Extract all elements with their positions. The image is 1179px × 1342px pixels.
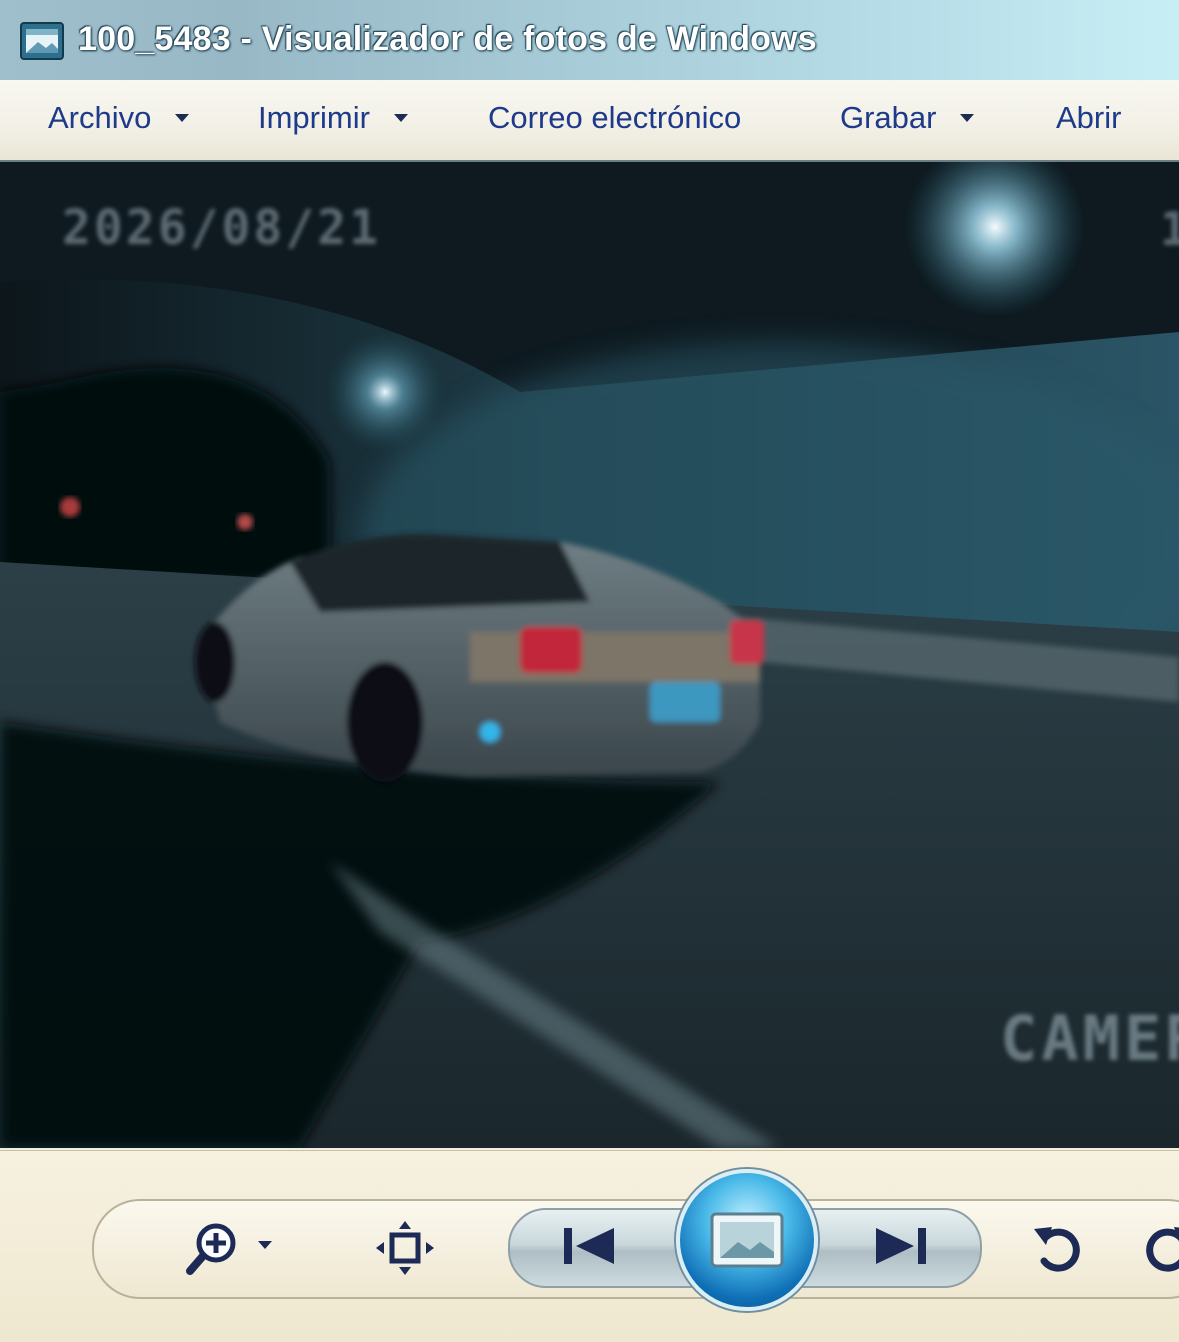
menu-grabar[interactable]: Grabar <box>840 98 975 138</box>
command-bar: Archivo Imprimir Correo electrónico Grab… <box>0 80 1179 162</box>
menu-imprimir-label: Imprimir <box>258 100 370 135</box>
menu-correo-electronico[interactable]: Correo electrónico <box>488 98 741 138</box>
next-icon <box>876 1228 926 1264</box>
photo-display[interactable]: 2026/08/21 1 CAMER <box>0 162 1179 1148</box>
chevron-down-icon <box>175 114 190 122</box>
actual-size-button[interactable] <box>372 1219 438 1277</box>
menu-archivo-label: Archivo <box>48 100 152 135</box>
menu-imprimir[interactable]: Imprimir <box>258 98 408 138</box>
time-overlay: 1 <box>1160 202 1179 256</box>
control-bar <box>0 1150 1179 1342</box>
photo-viewer-icon <box>20 22 64 60</box>
date-overlay: 2026/08/21 <box>62 200 381 256</box>
chevron-down-icon <box>960 114 975 122</box>
photo-image <box>0 162 1179 1148</box>
rotate-left-button[interactable] <box>1026 1215 1090 1279</box>
next-button[interactable] <box>850 1213 950 1279</box>
zoom-in-icon <box>186 1223 272 1275</box>
previous-icon <box>564 1228 614 1264</box>
chevron-down-icon <box>393 114 408 122</box>
menu-abrir[interactable]: Abrir <box>1056 98 1121 138</box>
zoom-button[interactable] <box>182 1219 282 1277</box>
menu-grabar-label: Grabar <box>840 100 937 135</box>
rotate-clockwise-icon <box>1146 1227 1179 1272</box>
slideshow-icon <box>710 1212 784 1268</box>
menu-correo-label: Correo electrónico <box>488 100 742 135</box>
rotate-counterclockwise-icon <box>1034 1227 1080 1272</box>
menu-archivo[interactable]: Archivo <box>48 98 190 138</box>
slideshow-button[interactable] <box>676 1169 818 1311</box>
menu-abrir-label: Abrir <box>1056 100 1122 135</box>
camera-overlay: CAMER <box>1000 1002 1179 1075</box>
previous-button[interactable] <box>540 1213 640 1279</box>
title-bar[interactable]: 100_5483 - Visualizador de fotos de Wind… <box>0 0 1179 81</box>
rotate-right-button[interactable] <box>1136 1215 1179 1279</box>
actual-size-icon <box>376 1221 434 1275</box>
window-title: 100_5483 - Visualizador de fotos de Wind… <box>78 20 817 58</box>
